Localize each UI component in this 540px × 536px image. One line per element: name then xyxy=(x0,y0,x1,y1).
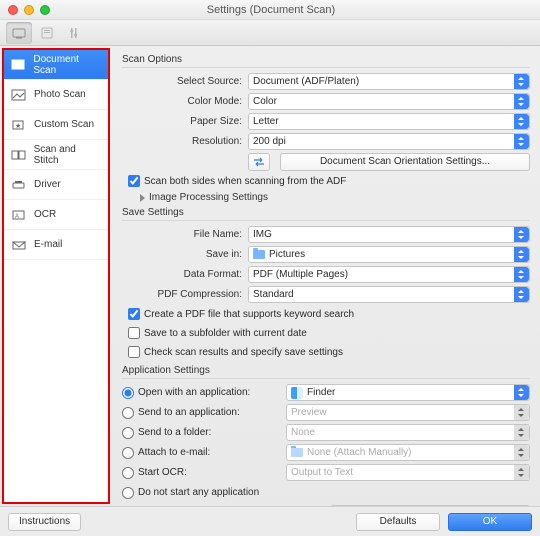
sidebar-item-ocr[interactable]: A OCR xyxy=(4,200,108,230)
send-to-app-dropdown[interactable]: Preview xyxy=(286,404,530,421)
finder-icon xyxy=(291,387,303,399)
check-results-label: Check scan results and specify save sett… xyxy=(144,347,343,358)
chevron-updown-icon xyxy=(514,445,529,460)
select-source-dropdown[interactable]: Document (ADF/Platen) xyxy=(248,73,530,90)
sidebar-item-photo-scan[interactable]: Photo Scan xyxy=(4,80,108,110)
save-settings-heading: Save Settings xyxy=(122,207,530,218)
sidebar-item-label: Scan and Stitch xyxy=(34,144,102,166)
sidebar-item-label: Custom Scan xyxy=(34,119,94,130)
photo-scan-icon xyxy=(10,88,28,102)
paper-size-dropdown[interactable]: Letter xyxy=(248,113,530,130)
driver-icon xyxy=(10,178,28,192)
email-icon xyxy=(10,238,28,252)
sidebar-item-document-scan[interactable]: Document Scan xyxy=(4,50,108,80)
toolbar-scan-from-computer-icon[interactable] xyxy=(6,22,32,44)
paper-size-label: Paper Size: xyxy=(122,116,242,127)
sidebar-item-label: Driver xyxy=(34,179,61,190)
chevron-updown-icon xyxy=(514,74,529,89)
attach-email-radio[interactable]: Attach to e-mail: xyxy=(122,447,280,459)
pdf-compression-dropdown[interactable]: Standard xyxy=(248,286,530,303)
save-subfolder-label: Save to a subfolder with current date xyxy=(144,328,307,339)
open-with-app-dropdown[interactable]: Finder xyxy=(286,384,530,401)
sidebar-item-label: Document Scan xyxy=(33,54,102,76)
folder-icon xyxy=(291,448,303,457)
scan-and-stitch-icon xyxy=(10,148,28,162)
defaults-button[interactable]: Defaults xyxy=(356,513,440,531)
scan-both-sides-checkbox[interactable] xyxy=(128,175,140,187)
file-name-label: File Name: xyxy=(122,229,242,240)
sidebar-item-label: OCR xyxy=(34,209,56,220)
toolbar-scan-from-panel-icon[interactable] xyxy=(34,22,60,44)
image-processing-disclosure[interactable]: Image Processing Settings xyxy=(140,192,530,203)
start-ocr-dropdown[interactable]: Output to Text xyxy=(286,464,530,481)
chevron-updown-icon xyxy=(514,94,529,109)
start-ocr-radio[interactable]: Start OCR: xyxy=(122,467,280,479)
sidebar-item-custom-scan[interactable]: ★ Custom Scan xyxy=(4,110,108,140)
ocr-icon: A xyxy=(10,208,28,222)
window-title: Settings (Document Scan) xyxy=(10,4,532,16)
pdf-compression-label: PDF Compression: xyxy=(122,289,242,300)
do-not-start-radio[interactable]: Do not start any application xyxy=(122,487,259,499)
orientation-settings-button[interactable]: Document Scan Orientation Settings... xyxy=(280,153,530,171)
chevron-updown-icon xyxy=(514,267,529,282)
sidebar-item-driver[interactable]: Driver xyxy=(4,170,108,200)
instructions-button[interactable]: Instructions xyxy=(8,513,81,531)
footer: Instructions Defaults OK xyxy=(0,506,540,536)
sidebar-item-email[interactable]: E-mail xyxy=(4,230,108,260)
file-name-combobox[interactable]: IMG xyxy=(248,226,530,243)
application-settings-heading: Application Settings xyxy=(122,365,530,376)
scan-options-heading: Scan Options xyxy=(122,54,530,65)
toolbar xyxy=(0,20,540,46)
divider xyxy=(122,220,530,221)
chevron-updown-icon xyxy=(514,465,529,480)
chevron-updown-icon xyxy=(514,247,529,262)
save-in-dropdown[interactable]: Pictures xyxy=(248,246,530,263)
sidebar-item-label: Photo Scan xyxy=(34,89,86,100)
chevron-updown-icon xyxy=(514,405,529,420)
save-subfolder-checkbox[interactable] xyxy=(128,327,140,339)
toolbar-general-settings-icon[interactable] xyxy=(62,22,88,44)
chevron-updown-icon xyxy=(514,287,529,302)
divider xyxy=(122,67,530,68)
check-results-checkbox[interactable] xyxy=(128,346,140,358)
custom-scan-icon: ★ xyxy=(10,118,28,132)
color-mode-dropdown[interactable]: Color xyxy=(248,93,530,110)
swap-icon xyxy=(252,156,266,168)
orientation-swap-button[interactable] xyxy=(248,153,270,171)
chevron-updown-icon xyxy=(514,385,529,400)
data-format-dropdown[interactable]: PDF (Multiple Pages) xyxy=(248,266,530,283)
create-pdf-keyword-checkbox[interactable] xyxy=(128,308,140,320)
sidebar: Document Scan Photo Scan ★ Custom Scan S… xyxy=(2,48,110,504)
ok-button[interactable]: OK xyxy=(448,513,532,531)
chevron-updown-icon xyxy=(514,134,529,149)
select-source-label: Select Source: xyxy=(122,76,242,87)
divider xyxy=(122,378,530,379)
folder-icon xyxy=(253,250,265,259)
send-to-app-radio[interactable]: Send to an application: xyxy=(122,407,280,419)
svg-text:★: ★ xyxy=(15,122,21,130)
send-to-folder-radio[interactable]: Send to a folder: xyxy=(122,427,280,439)
resolution-label: Resolution: xyxy=(122,136,242,147)
chevron-updown-icon xyxy=(514,425,529,440)
attach-email-dropdown[interactable]: None (Attach Manually) xyxy=(286,444,530,461)
open-with-app-radio[interactable]: Open with an application: xyxy=(122,387,280,399)
resolution-dropdown[interactable]: 200 dpi xyxy=(248,133,530,150)
svg-text:A: A xyxy=(15,214,19,220)
titlebar: Settings (Document Scan) xyxy=(0,0,540,20)
chevron-updown-icon xyxy=(514,114,529,129)
chevron-updown-icon xyxy=(514,227,529,242)
sidebar-item-scan-and-stitch[interactable]: Scan and Stitch xyxy=(4,140,108,170)
main-panel: Scan Options Select Source: Document (AD… xyxy=(110,46,540,506)
data-format-label: Data Format: xyxy=(122,269,242,280)
create-pdf-keyword-label: Create a PDF file that supports keyword … xyxy=(144,309,354,320)
send-to-folder-dropdown[interactable]: None xyxy=(286,424,530,441)
color-mode-label: Color Mode: xyxy=(122,96,242,107)
sidebar-item-label: E-mail xyxy=(34,239,62,250)
document-scan-icon xyxy=(10,58,27,72)
scan-both-sides-label: Scan both sides when scanning from the A… xyxy=(144,176,346,187)
disclosure-triangle-icon xyxy=(140,194,145,202)
save-in-label: Save in: xyxy=(122,249,242,260)
